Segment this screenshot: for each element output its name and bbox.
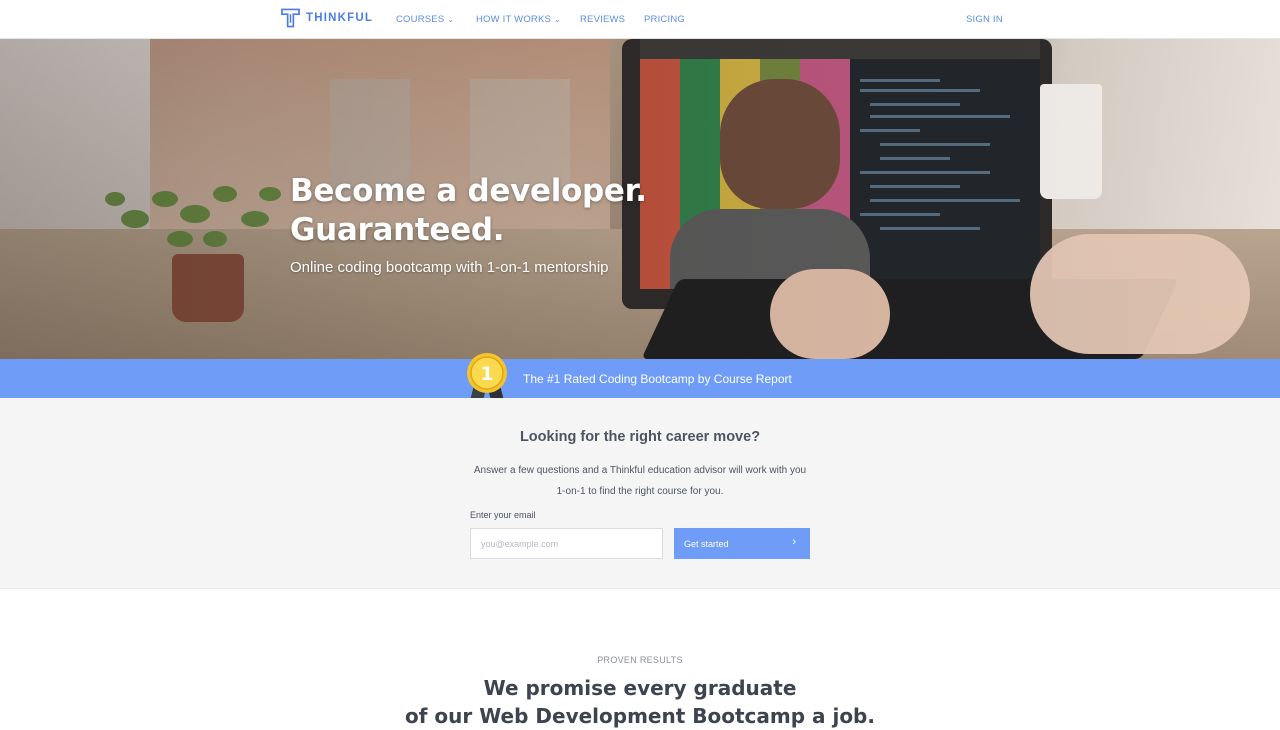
lead-form-section: Looking for the right career move? Answe… [0,398,1280,589]
results-title: We promise every graduate of our Web Dev… [0,674,1280,730]
nav-courses-label: COURSES [396,14,445,25]
hero-subhead: Online coding bootcamp with 1-on-1 mento… [290,259,609,276]
hero-section: Become a developer. Guaranteed. Online c… [0,39,1280,359]
thinkful-logo[interactable]: THINKFUL [281,8,373,28]
sign-in-label: SIGN IN [966,14,1003,25]
results-title-line2: of our Web Development Bootcamp a job. [405,704,875,728]
nav-reviews-label: REVIEWS [580,14,626,25]
hero-headline: Become a developer. Guaranteed. [290,172,647,250]
hero-headline-line1: Become a developer. [290,173,647,209]
chevron-down-icon: ⌄ [447,15,455,24]
nav-courses[interactable]: COURSES ⌄ [396,14,454,25]
results-title-line1: We promise every graduate [483,676,797,700]
lead-form-title: Looking for the right career move? [519,429,761,445]
rating-banner-text: The #1 Rated Coding Bootcamp by Course R… [523,372,792,386]
sign-in-link[interactable]: SIGN IN [966,14,1003,25]
lead-form-description: Answer a few questions and a Thinkful ed… [473,465,807,497]
get-started-label: Get started [684,538,729,549]
chevron-right-icon: › [792,536,796,548]
results-eyebrow: PROVEN RESULTS [597,655,683,665]
get-started-button[interactable]: Get started › [674,528,810,559]
email-field-label: Enter your email [470,510,536,520]
logo-text: THINKFUL [306,12,374,24]
rating-banner: The #1 Rated Coding Bootcamp by Course R… [0,359,1280,398]
chevron-down-icon: ⌄ [554,15,561,24]
nav-pricing[interactable]: PRICING [644,14,685,25]
nav-reviews[interactable]: REVIEWS [580,14,625,25]
top-navigation: THINKFUL COURSES ⌄ HOW IT WORKS ⌄ REVIEW… [0,0,1280,39]
nav-how-it-works-label: HOW IT WORKS [476,14,552,25]
thinkful-logo-icon [281,8,300,28]
medal-number: 1 [480,363,493,385]
hero-headline-line2: Guaranteed. [290,212,505,248]
nav-how-it-works[interactable]: HOW IT WORKS ⌄ [476,14,561,25]
email-field[interactable] [470,528,663,559]
nav-pricing-label: PRICING [644,14,685,25]
